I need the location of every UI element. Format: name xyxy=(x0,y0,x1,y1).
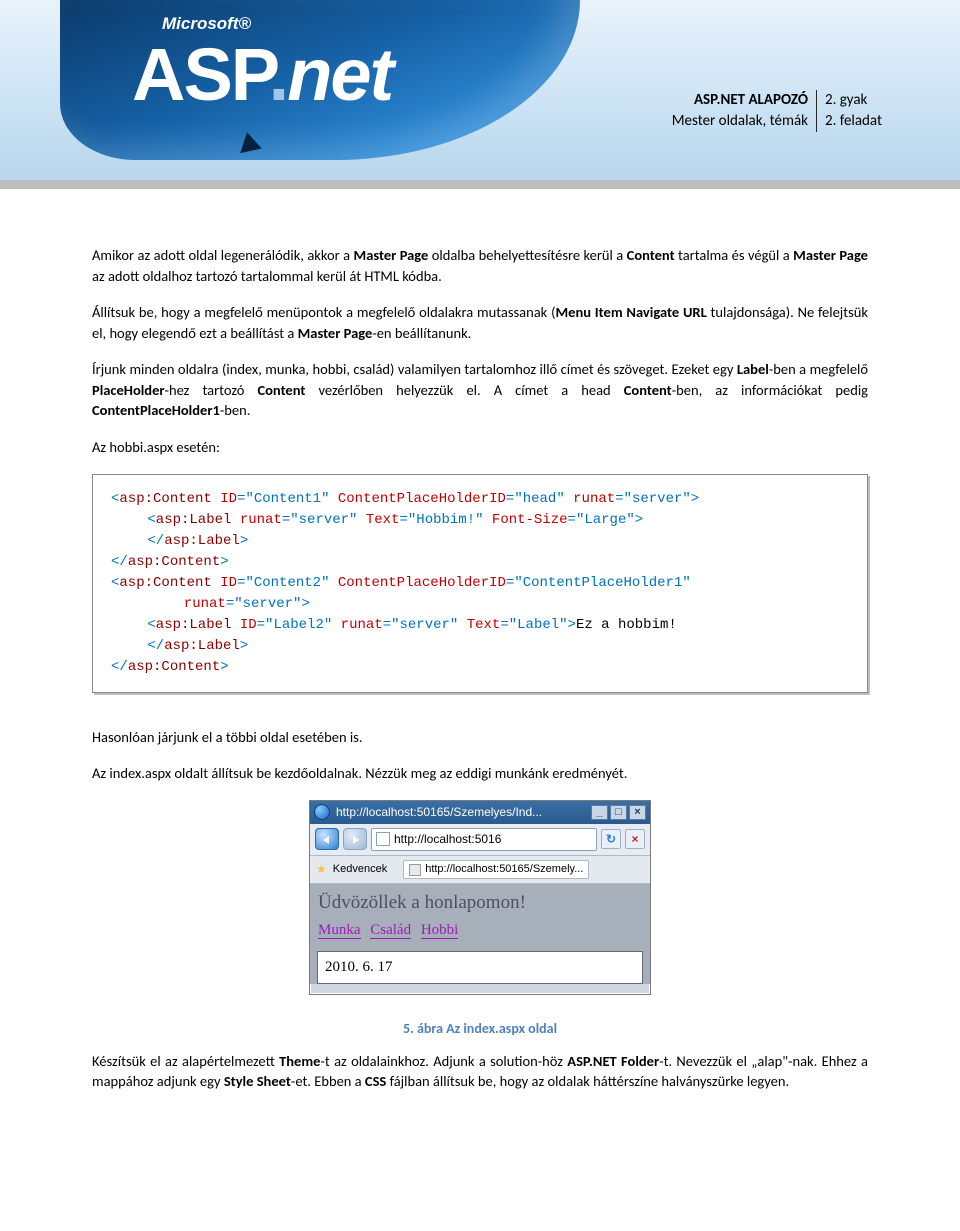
stop-icon[interactable]: × xyxy=(625,829,645,849)
favorites-label[interactable]: Kedvencek xyxy=(333,862,387,878)
tab-icon xyxy=(409,864,421,876)
menu-hobbi[interactable]: Hobbi xyxy=(421,922,459,939)
logo-dot: . xyxy=(269,33,288,116)
course-subtitle: Mester oldalak, témák xyxy=(672,111,808,132)
asp-net-logo: ASP.net xyxy=(132,32,392,117)
paragraph-5: Hasonlóan járjunk el a többi oldal eseté… xyxy=(92,727,868,748)
page-icon xyxy=(376,832,390,846)
asp-text: ASP xyxy=(132,33,269,116)
favorites-bar: ★ Kedvencek http://localhost:50165/Szeme… xyxy=(310,856,650,885)
paragraph-1: Amikor az adott oldal legenerálódik, akk… xyxy=(92,245,868,286)
browser-viewport: Üdvözöllek a honlapomon! Munka Család Ho… xyxy=(310,884,650,984)
menu-csalad[interactable]: Család xyxy=(370,922,411,939)
task-number: 2. feladat xyxy=(825,111,882,132)
paragraph-7: Készítsük el az alapértelmezett Theme-t … xyxy=(92,1051,868,1092)
microsoft-label: Microsoft® xyxy=(162,14,251,34)
star-icon[interactable]: ★ xyxy=(316,861,327,878)
browser-screenshot: http://localhost:50165/Szemelyes/Ind... … xyxy=(309,800,651,995)
hero-banner: Microsoft® ASP.net ASP.NET ALAPOZÓ Meste… xyxy=(0,0,960,180)
divider xyxy=(816,90,817,132)
course-title: ASP.NET ALAPOZÓ xyxy=(672,90,808,111)
ie-icon xyxy=(314,804,330,820)
figure-caption: 5. ábra Az index.aspx oldal xyxy=(92,1019,868,1039)
window-controls: _ □ × xyxy=(591,805,646,820)
address-text: http://localhost:5016 xyxy=(394,831,501,848)
page-header-meta: ASP.NET ALAPOZÓ Mester oldalak, témák 2.… xyxy=(672,90,882,132)
code-block: <asp:Content ID="Content1" ContentPlaceH… xyxy=(92,474,868,693)
paragraph-3: Írjunk minden oldalra (index, munka, hob… xyxy=(92,359,868,421)
browser-nav: http://localhost:5016 ↻ × xyxy=(310,824,650,856)
browser-titlebar: http://localhost:50165/Szemelyes/Ind... … xyxy=(310,801,650,824)
close-icon[interactable]: × xyxy=(629,805,646,820)
back-button[interactable] xyxy=(315,828,339,850)
forward-button[interactable] xyxy=(343,828,367,850)
paragraph-4: Az hobbi.aspx esetén: xyxy=(92,437,868,458)
paragraph-2: Állítsuk be, hogy a megfelelő menüpontok… xyxy=(92,302,868,343)
separator-bar xyxy=(0,180,960,189)
minimize-icon[interactable]: _ xyxy=(591,805,608,820)
browser-title: http://localhost:50165/Szemelyes/Ind... xyxy=(336,804,585,821)
paragraph-6: Az index.aspx oldalt állítsuk be kezdőol… xyxy=(92,763,868,784)
maximize-icon[interactable]: □ xyxy=(610,805,627,820)
browser-tab[interactable]: http://localhost:50165/Szemely... xyxy=(403,860,589,880)
menu-munka[interactable]: Munka xyxy=(318,922,361,939)
tab-label: http://localhost:50165/Szemely... xyxy=(425,862,583,878)
lesson-number: 2. gyak xyxy=(825,90,882,111)
date-card: 2010. 6. 17 xyxy=(317,951,643,984)
site-welcome: Üdvözöllek a honlapomon! xyxy=(310,884,650,919)
page-content: Amikor az adott oldal legenerálódik, akk… xyxy=(0,189,960,1148)
net-text: net xyxy=(287,33,392,116)
address-bar[interactable]: http://localhost:5016 xyxy=(371,828,597,851)
refresh-icon[interactable]: ↻ xyxy=(601,829,621,849)
site-menu: Munka Család Hobbi xyxy=(310,919,650,946)
